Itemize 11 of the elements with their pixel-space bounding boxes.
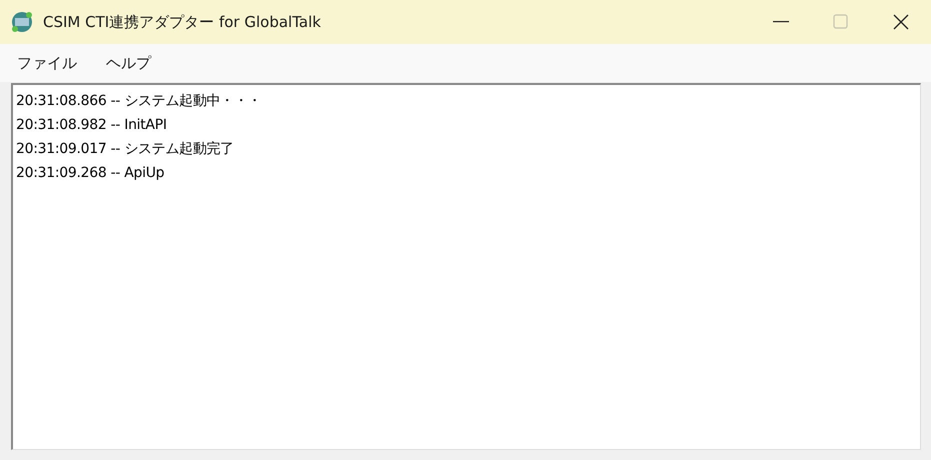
log-line: 20:31:09.268 -- ApiUp (16, 164, 166, 183)
close-icon (893, 14, 909, 30)
log-line: 20:31:08.982 -- InitAPI (16, 116, 168, 135)
window-title: CSIM CTI連携アダプター for GlobalTalk (43, 12, 322, 32)
log-line: 20:31:08.866 -- システム起動中・・・ (16, 92, 262, 111)
log-line: 20:31:09.017 -- システム起動完了 (16, 140, 235, 159)
maximize-icon (833, 14, 849, 30)
minimize-icon (773, 21, 789, 23)
app-icon (11, 11, 33, 33)
menu-item[interactable]: ファイル (8, 50, 86, 76)
menu-item[interactable]: ヘルプ (97, 50, 160, 76)
